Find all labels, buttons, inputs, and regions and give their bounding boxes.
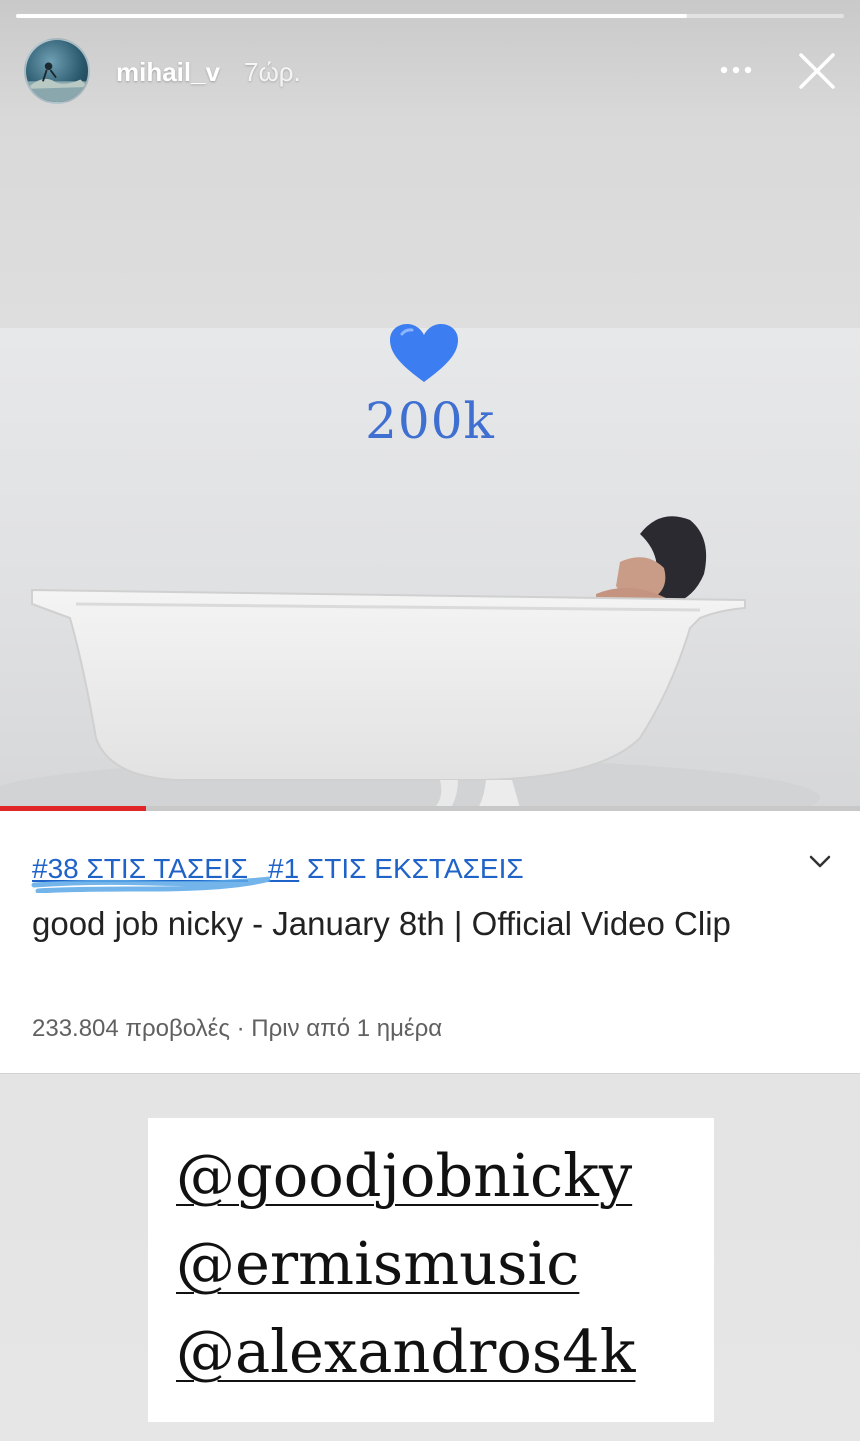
video-meta: 233.804 προβολές · Πριν από 1 ημέρα [32,1015,443,1042]
story-progress-fill [16,14,687,18]
more-options-icon[interactable] [716,52,756,88]
mentions-sticker: @goodjobnicky @ermismusic @alexandros4k [148,1118,714,1422]
views-sticker-text: 200k [365,392,495,450]
close-icon[interactable] [796,50,838,92]
mention-goodjobnicky[interactable]: @goodjobnicky [176,1132,714,1220]
story-screen: mihail_v 7ώρ. 200k #38 ΣΤΙΣ ΤΑΣΕΙΣ #1 ΣΤ… [0,0,860,1441]
music-tag[interactable]: #1 ΣΤΙΣ ΕΚΣΤΑΣΕΙΣ [268,853,524,884]
video-title[interactable]: good job nicky - January 8th | Official … [32,899,812,949]
story-progress-bar [16,14,844,18]
music-tag-label: ΣΤΙΣ ΕΚΣΤΑΣΕΙΣ [299,853,524,884]
highlight-scribble [31,876,271,893]
blue-heart-icon [390,324,458,382]
avatar-photo [26,62,88,102]
mention-ermismusic[interactable]: @ermismusic [176,1220,714,1308]
chevron-down-icon[interactable] [804,849,836,873]
mention-alexandros4k[interactable]: @alexandros4k [176,1308,714,1396]
post-time: 7ώρ. [244,57,301,87]
avatar[interactable] [24,38,90,104]
username[interactable]: mihail_v [116,57,220,88]
video-info-card[interactable]: #38 ΣΤΙΣ ΤΑΣΕΙΣ #1 ΣΤΙΣ ΕΚΣΤΑΣΕΙΣ good jo… [0,811,860,1074]
